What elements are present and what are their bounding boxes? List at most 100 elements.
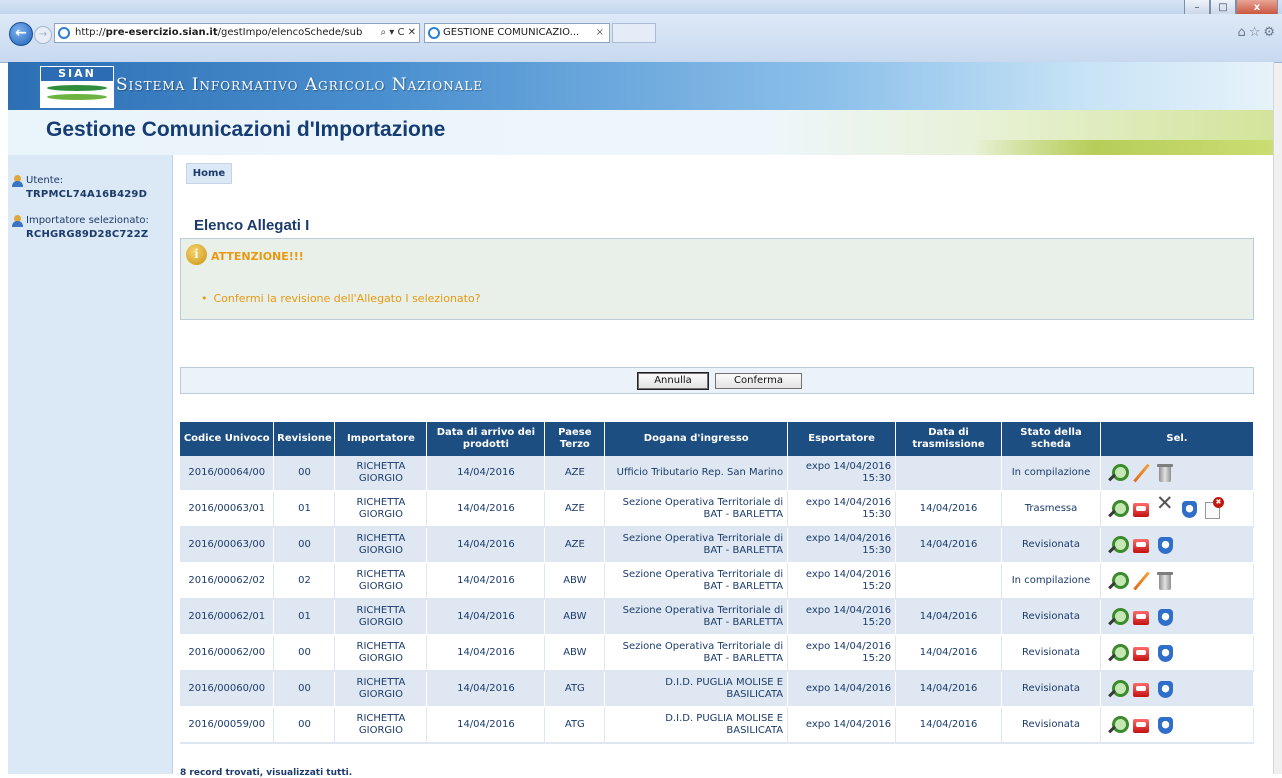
cell-dogana: Ufficio Tributario Rep. San Marino bbox=[604, 456, 789, 492]
cell-dogana: D.I.D. PUGLIA MOLISE E BASILICATA bbox=[604, 671, 789, 708]
view-icon[interactable] bbox=[1107, 643, 1129, 664]
back-button[interactable]: ← bbox=[9, 22, 33, 46]
cell-codice: 2016/00063/00 bbox=[180, 527, 275, 564]
url-path: /gestImpo/elencoSchede/sub bbox=[217, 27, 363, 38]
user-info: Utente: TRPMCL74A16B429D bbox=[12, 175, 147, 200]
cell-paese: ABW bbox=[544, 635, 606, 672]
forward-button[interactable]: → bbox=[34, 26, 52, 44]
cell-paese: ATG bbox=[544, 707, 606, 744]
disk-icon[interactable] bbox=[1179, 499, 1200, 520]
logo-wave bbox=[47, 85, 107, 91]
cell-data-trasmissione bbox=[895, 563, 1003, 600]
cell-data-arrivo: 14/04/2016 bbox=[426, 635, 546, 672]
browser-tab-active[interactable]: GESTIONE COMUNICAZIO... × bbox=[424, 23, 610, 43]
cell-data-arrivo: 14/04/2016 bbox=[426, 527, 546, 564]
column-header[interactable]: Paese Terzo bbox=[544, 422, 606, 456]
cell-stato: Revisionata bbox=[1001, 635, 1101, 672]
trash-icon[interactable] bbox=[1155, 571, 1176, 592]
cell-importatore: RICHETTA GIORGIO bbox=[334, 491, 428, 528]
cell-paese: AZE bbox=[544, 491, 606, 528]
cell-revisione: 01 bbox=[273, 491, 336, 528]
cell-actions bbox=[1100, 456, 1255, 492]
view-icon[interactable] bbox=[1107, 679, 1129, 700]
user-icon bbox=[12, 175, 23, 187]
column-header[interactable]: Importatore bbox=[334, 422, 428, 456]
column-header[interactable]: Revisione bbox=[273, 422, 336, 456]
new-tab-button[interactable] bbox=[612, 23, 656, 43]
table-row: 2016/00060/00 00 RICHETTA GIORGIO 14/04/201… bbox=[180, 671, 1255, 708]
disk-icon[interactable] bbox=[1155, 715, 1176, 736]
pdf-icon[interactable] bbox=[1131, 607, 1152, 628]
address-controls[interactable]: ⌕ ▾ C ✕ bbox=[380, 24, 416, 42]
home-tab[interactable]: Home bbox=[186, 163, 232, 184]
edit-icon[interactable] bbox=[1131, 463, 1152, 484]
column-header[interactable]: Dogana d'ingresso bbox=[604, 422, 789, 456]
cell-revisione: 00 bbox=[273, 456, 336, 492]
disk-icon[interactable] bbox=[1155, 535, 1176, 556]
view-icon[interactable] bbox=[1107, 499, 1129, 520]
tools-icon[interactable] bbox=[1155, 497, 1176, 520]
cell-stato: Revisionata bbox=[1001, 527, 1101, 564]
cell-actions bbox=[1100, 671, 1255, 708]
window-titlebar: – □ x bbox=[0, 0, 1282, 16]
view-icon[interactable] bbox=[1107, 571, 1129, 592]
table-row: 2016/00062/02 02 RICHETTA GIORGIO 14/04/201… bbox=[180, 563, 1255, 600]
view-icon[interactable] bbox=[1107, 715, 1129, 736]
pdf-icon[interactable] bbox=[1131, 535, 1152, 556]
view-icon[interactable] bbox=[1107, 607, 1129, 628]
cell-data-trasmissione: 14/04/2016 bbox=[895, 599, 1003, 636]
cell-esportatore: expo 14/04/2016 15:30 bbox=[787, 491, 897, 528]
view-icon[interactable] bbox=[1107, 463, 1129, 484]
pdf-icon[interactable] bbox=[1131, 679, 1152, 700]
tab-close-icon[interactable]: × bbox=[596, 24, 604, 42]
pdf-icon[interactable] bbox=[1131, 715, 1152, 736]
tab-title: GESTIONE COMUNICAZIO... bbox=[443, 27, 580, 38]
address-bar[interactable]: http://pre-esercizio.sian.it/gestImpo/el… bbox=[54, 23, 420, 43]
cell-data-trasmissione: 14/04/2016 bbox=[895, 707, 1003, 744]
trash-icon[interactable] bbox=[1155, 463, 1176, 484]
banner-grass bbox=[974, 140, 1274, 155]
cell-revisione: 00 bbox=[273, 671, 336, 708]
cell-stato: Trasmessa bbox=[1001, 491, 1101, 528]
ie-tab-icon bbox=[428, 27, 440, 39]
cell-actions bbox=[1100, 599, 1255, 636]
confirm-button[interactable]: Conferma bbox=[715, 373, 802, 389]
cell-stato: Revisionata bbox=[1001, 671, 1101, 708]
cancel-button[interactable]: Annulla bbox=[637, 372, 709, 390]
cell-codice: 2016/00064/00 bbox=[180, 456, 275, 492]
cell-stato: Revisionata bbox=[1001, 599, 1101, 636]
cell-data-trasmissione bbox=[895, 456, 1003, 492]
record-count: 8 record trovati, visualizzati tutti. bbox=[180, 768, 353, 778]
cell-importatore: RICHETTA GIORGIO bbox=[334, 671, 428, 708]
disk-icon[interactable] bbox=[1155, 607, 1176, 628]
url-host: pre-esercizio.sian.it bbox=[105, 27, 218, 38]
disk-icon[interactable] bbox=[1155, 643, 1176, 664]
column-header[interactable]: Codice Univoco bbox=[180, 422, 275, 456]
cell-dogana: Sezione Operativa Territoriale di BAT - … bbox=[604, 563, 789, 600]
column-header[interactable]: Data di trasmissione bbox=[895, 422, 1003, 456]
cell-codice: 2016/00063/01 bbox=[180, 491, 275, 528]
app-title: Gestione Comunicazioni d'Importazione bbox=[46, 118, 446, 141]
table-row: 2016/00064/00 00 RICHETTA GIORGIO 14/04/201… bbox=[180, 456, 1255, 492]
toolbar-icons[interactable]: ⌂☆⚙ bbox=[1237, 25, 1278, 40]
pdf-icon[interactable] bbox=[1131, 643, 1152, 664]
cell-stato: In compilazione bbox=[1001, 563, 1101, 600]
view-icon[interactable] bbox=[1107, 535, 1129, 556]
cell-actions bbox=[1100, 563, 1255, 600]
column-header[interactable]: Stato della scheda bbox=[1001, 422, 1101, 456]
browser-navbar: ← → http://pre-esercizio.sian.it/gestImp… bbox=[0, 14, 1282, 63]
cell-dogana: Sezione Operativa Territoriale di BAT - … bbox=[604, 491, 789, 528]
column-header[interactable]: Data di arrivo dei prodotti bbox=[426, 422, 546, 456]
revoke-icon[interactable] bbox=[1203, 496, 1224, 520]
pdf-icon[interactable] bbox=[1131, 499, 1152, 520]
logo-text: SIAN bbox=[41, 67, 113, 81]
importer-label: Importatore selezionato: bbox=[26, 215, 149, 226]
vertical-scrollbar[interactable] bbox=[1273, 63, 1282, 774]
cell-data-trasmissione: 14/04/2016 bbox=[895, 527, 1003, 564]
cell-esportatore: expo 14/04/2016 15:30 bbox=[787, 456, 897, 492]
disk-icon[interactable] bbox=[1155, 679, 1176, 700]
importer-info: Importatore selezionato: RCHGRG89D28C722… bbox=[12, 215, 149, 240]
column-header[interactable]: Esportatore bbox=[787, 422, 897, 456]
cell-importatore: RICHETTA GIORGIO bbox=[334, 635, 428, 672]
edit-icon[interactable] bbox=[1131, 571, 1152, 592]
